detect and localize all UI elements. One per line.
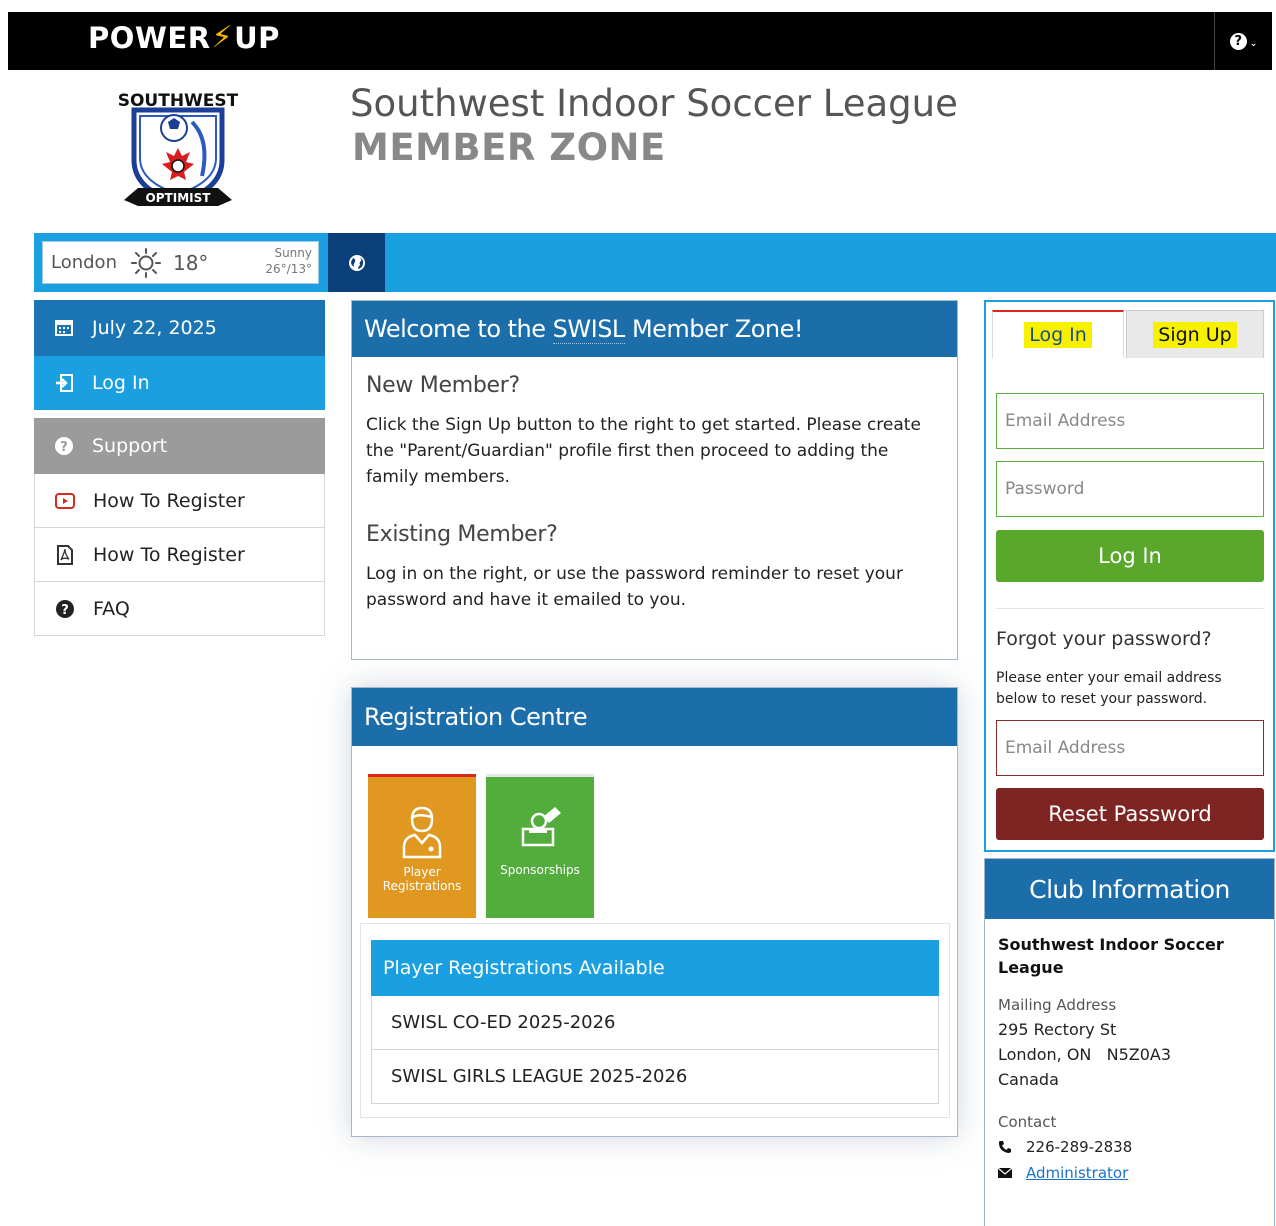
nav-item-label: How To Register	[93, 489, 245, 512]
tab-login[interactable]: Log In	[992, 310, 1124, 358]
nav-date-label: July 22, 2025	[92, 317, 217, 339]
registration-program-item[interactable]: SWISL CO-ED 2025-2026	[371, 996, 939, 1050]
nav-faq[interactable]: ? FAQ	[34, 582, 325, 636]
address-street: 295 Rectory St	[998, 1020, 1117, 1039]
player-registrations-tile[interactable]: Player Registrations	[368, 774, 476, 918]
svg-text:?: ?	[61, 603, 69, 618]
forgot-password-text: Please enter your email address below to…	[996, 670, 1222, 707]
login-panel: Log In Sign Up Email Address Password Lo…	[984, 300, 1275, 852]
address-city: London, ON N5Z0A3	[998, 1045, 1172, 1064]
help-menu-button[interactable]: ? ⌄	[1214, 12, 1272, 70]
email-field[interactable]: Email Address	[996, 393, 1264, 449]
contact-label: Contact	[998, 1113, 1057, 1131]
player-icon	[402, 806, 442, 859]
weather-range: 26°/13°	[265, 262, 312, 276]
weather-city: London	[51, 252, 117, 273]
sponsorships-label: Sponsorships	[500, 863, 580, 877]
top-bar: POWER ⚡ UP ? ⌄	[8, 12, 1272, 70]
weather-temp: 18°	[172, 250, 209, 275]
question-circle-icon: ?	[55, 599, 75, 619]
question-icon: ?	[1229, 32, 1247, 50]
existing-member-text: Log in on the right, or use the password…	[366, 564, 903, 610]
weather-widget[interactable]: London 18° Sunny 26°/13°	[42, 241, 319, 284]
registration-panel: Registration Centre Player Registrations…	[351, 687, 958, 1137]
mailing-address-label: Mailing Address	[998, 996, 1117, 1014]
registration-program-item[interactable]: SWISL GIRLS LEAGUE 2025-2026	[371, 1050, 939, 1104]
info-band: London 18° Sunny 26°/13°	[34, 233, 1276, 292]
sponsorships-tile[interactable]: Sponsorships	[486, 774, 594, 918]
new-member-text: Click the Sign Up button to the right to…	[366, 415, 921, 487]
nav-login-label: Log In	[92, 372, 150, 394]
reset-email-field[interactable]: Email Address	[996, 720, 1264, 776]
league-title: Southwest Indoor Soccer League	[350, 82, 958, 125]
weather-condition: Sunny 26°/13°	[265, 245, 312, 277]
registration-list-header: Player Registrations Available	[371, 940, 939, 996]
registration-title: Registration Centre	[352, 688, 957, 746]
donation-icon	[521, 807, 561, 847]
pdf-icon	[55, 544, 75, 565]
login-button[interactable]: Log In	[996, 530, 1264, 582]
member-zone-title: MEMBER ZONE	[352, 126, 666, 169]
welcome-title-post: Member Zone!	[624, 315, 804, 343]
new-member-heading: New Member?	[366, 373, 520, 398]
registration-list: Player Registrations Available SWISL CO-…	[360, 923, 950, 1118]
login-tabs: Log In Sign Up	[992, 310, 1264, 358]
tab-signup-label: Sign Up	[1153, 321, 1237, 348]
nav-how-to-register-video[interactable]: How To Register	[34, 474, 325, 528]
svg-text:?: ?	[60, 440, 68, 455]
club-name: Southwest Indoor Soccer League	[998, 935, 1224, 977]
sun-icon	[130, 247, 161, 278]
globe-icon	[348, 254, 365, 271]
address-country: Canada	[998, 1070, 1059, 1089]
nav-login[interactable]: Log In	[34, 356, 325, 410]
left-nav: July 22, 2025 Log In ? Support How To Re…	[34, 300, 325, 636]
weather-condition-text: Sunny	[274, 246, 312, 260]
existing-member-heading: Existing Member?	[366, 522, 558, 547]
divider	[996, 608, 1264, 609]
club-info-title: Club Information	[985, 859, 1274, 919]
club-info-panel: Club Information Southwest Indoor Soccer…	[984, 858, 1275, 1226]
svg-text:OPTIMIST: OPTIMIST	[146, 191, 212, 205]
administrator-link[interactable]: Administrator	[1026, 1160, 1128, 1186]
brand-right: UP	[234, 20, 280, 55]
nav-item-label: FAQ	[93, 597, 130, 620]
contact-phone: 226-289-2838	[998, 1134, 1261, 1160]
nav-support: ? Support	[34, 418, 325, 474]
contact-phone-text: 226-289-2838	[1026, 1138, 1133, 1156]
welcome-panel: Welcome to the SWISL Member Zone! New Me…	[351, 300, 958, 660]
nav-item-label: How To Register	[93, 543, 245, 566]
question-circle-icon: ?	[54, 436, 74, 456]
welcome-title-pre: Welcome to the	[364, 315, 553, 343]
welcome-title: Welcome to the SWISL Member Zone!	[352, 301, 957, 357]
tab-signup[interactable]: Sign Up	[1126, 310, 1264, 358]
envelope-icon	[998, 1168, 1018, 1178]
contact-email: Administrator	[998, 1160, 1261, 1186]
lightning-bolt-icon: ⚡	[211, 20, 234, 55]
nav-support-label: Support	[92, 435, 168, 457]
brand-left: POWER	[88, 20, 211, 55]
phone-icon	[998, 1140, 1018, 1154]
forgot-password-heading: Forgot your password?	[996, 628, 1212, 650]
brand-logo[interactable]: POWER ⚡ UP	[88, 20, 280, 55]
password-field[interactable]: Password	[996, 461, 1264, 517]
registration-tiles: Player Registrations Sponsorships	[368, 774, 604, 918]
nav-how-to-register-pdf[interactable]: How To Register	[34, 528, 325, 582]
club-logo: SOUTHWEST OPTIMIST	[118, 82, 239, 214]
player-registrations-label: Player Registrations	[382, 865, 462, 893]
nav-date: July 22, 2025	[34, 300, 325, 356]
calendar-icon	[54, 318, 74, 338]
reset-password-button[interactable]: Reset Password	[996, 788, 1264, 840]
welcome-title-abbr: SWISL	[552, 314, 625, 344]
sign-in-icon	[54, 373, 74, 393]
chevron-down-icon: ⌄	[1249, 39, 1258, 49]
globe-button[interactable]	[328, 233, 385, 292]
tab-login-label: Log In	[1024, 322, 1092, 348]
youtube-icon	[55, 491, 75, 511]
